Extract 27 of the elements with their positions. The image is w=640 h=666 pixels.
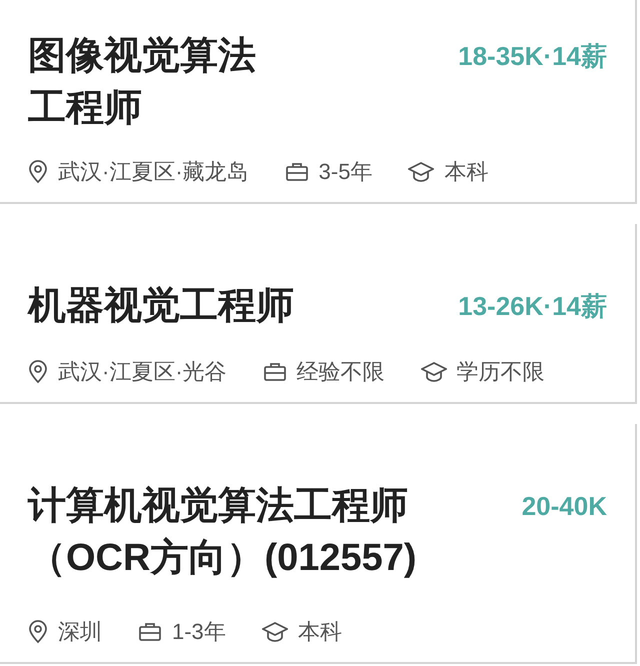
job-title: 计算机视觉算法工程师（OCR方向）(012557) xyxy=(28,484,418,581)
briefcase-icon xyxy=(284,162,309,182)
graduation-cap-icon xyxy=(408,160,434,182)
location-pin-icon xyxy=(28,160,48,184)
location-text: 武汉·江夏区·藏龙岛 xyxy=(58,158,249,186)
location-pin-icon xyxy=(28,620,48,644)
graduation-cap-icon xyxy=(262,620,288,642)
briefcase-icon xyxy=(262,362,287,382)
education-text: 本科 xyxy=(444,158,488,186)
location-text: 武汉·江夏区·光谷 xyxy=(58,358,227,386)
education-text: 本科 xyxy=(298,618,342,646)
education-text: 学历不限 xyxy=(456,358,545,386)
graduation-cap-icon xyxy=(420,360,447,382)
experience-text: 经验不限 xyxy=(296,358,385,386)
job-card[interactable]: 计算机视觉算法工程师（OCR方向）(012557) 20-40K 深圳 1-3年 本科 xyxy=(0,424,637,664)
job-title: 图像视觉算法工程师 xyxy=(28,34,257,131)
salary: 13-26K·14薪 xyxy=(458,290,607,323)
job-card[interactable]: 图像视觉算法工程师 18-35K·14薪 武汉·江夏区·藏龙岛 3-5年 本科 xyxy=(0,0,637,204)
salary: 18-35K·14薪 xyxy=(458,40,607,73)
location-pin-icon xyxy=(28,360,48,384)
job-card[interactable]: 机器视觉工程师 13-26K·14薪 武汉·江夏区·光谷 经验不限 学历不限 xyxy=(0,224,637,404)
job-title: 机器视觉工程师 xyxy=(28,284,295,329)
experience-text: 3-5年 xyxy=(318,158,372,186)
experience-text: 1-3年 xyxy=(172,618,226,646)
location-text: 深圳 xyxy=(58,618,102,646)
briefcase-icon xyxy=(138,622,162,642)
salary: 20-40K xyxy=(522,490,607,523)
